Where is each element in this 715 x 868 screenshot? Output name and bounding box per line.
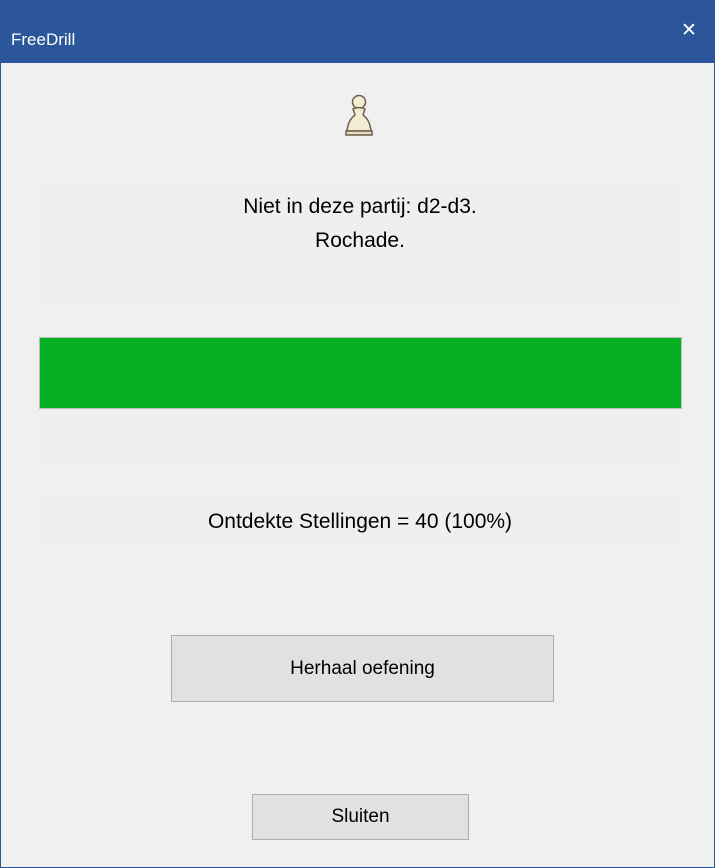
repeat-exercise-button[interactable]: Herhaal oefening xyxy=(171,635,554,702)
discovered-positions-text: Ontdekte Stellingen = 40 (100%) xyxy=(207,510,513,533)
message-line-2: Rochade. xyxy=(315,229,405,252)
progress-area xyxy=(37,331,683,467)
close-icon: ✕ xyxy=(681,20,697,41)
window-title: FreeDrill xyxy=(11,30,76,49)
progress-bar xyxy=(39,337,682,409)
dialog-window: FreeDrill ✕ Niet in deze partij: d2-d3. … xyxy=(0,0,715,868)
progress-fill xyxy=(40,338,681,408)
stats-panel: Ontdekte Stellingen = 40 (100%) xyxy=(37,495,683,543)
close-window-button[interactable]: ✕ xyxy=(664,1,714,63)
white-pawn-icon xyxy=(345,94,373,136)
close-button[interactable]: Sluiten xyxy=(252,794,469,840)
title-bar[interactable]: FreeDrill ✕ xyxy=(1,1,714,63)
message-line-1: Niet in deze partij: d2-d3. xyxy=(243,195,477,218)
message-panel: Niet in deze partij: d2-d3. Rochade. xyxy=(37,179,683,309)
